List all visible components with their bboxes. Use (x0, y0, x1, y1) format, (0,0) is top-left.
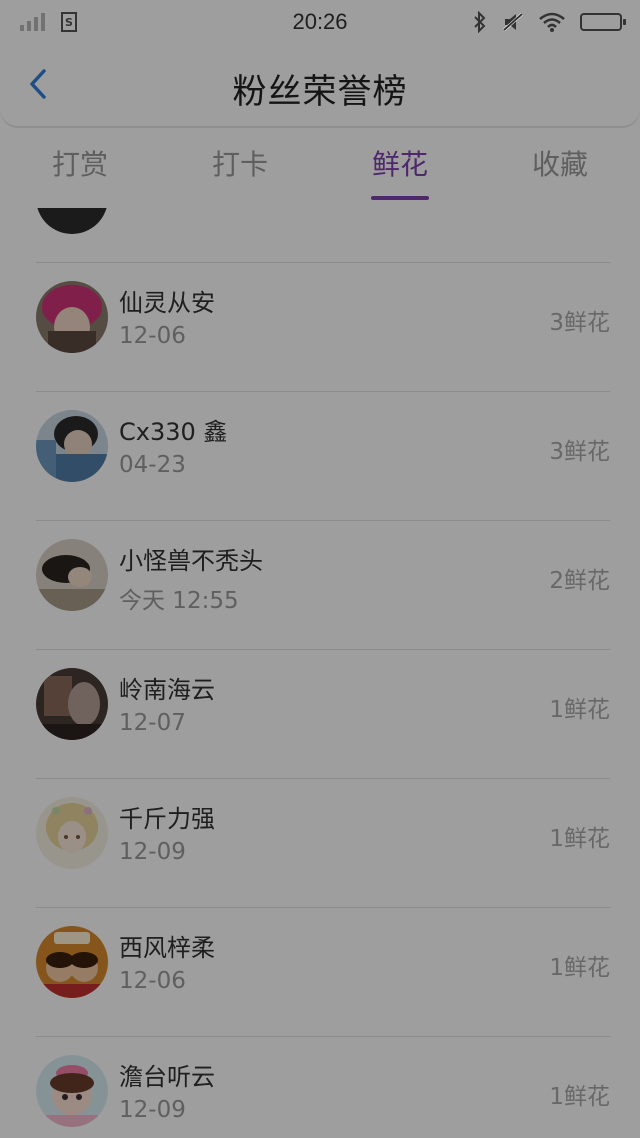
app-screen: S 20:26 粉丝荣誉榜 打赏 打卡 鲜花 收藏 仙灵从安 12-06 3鲜花… (0, 0, 640, 1138)
tab-bar: 打赏 打卡 鲜花 收藏 (0, 128, 640, 208)
avatar-cartoon-couple-icon (36, 926, 108, 998)
avatar (36, 281, 108, 353)
bluetooth-icon (474, 11, 486, 33)
wifi-icon (539, 12, 565, 32)
avatar-pink-bow-icon (36, 1055, 108, 1127)
avatar (36, 1055, 108, 1127)
avatar (36, 539, 108, 611)
battery-icon (580, 13, 626, 31)
avatar (36, 926, 108, 998)
user-name: 岭南海云 (119, 676, 215, 704)
avatar-girl-desk-icon (36, 539, 108, 611)
avatar-denim-icon (36, 410, 108, 482)
avatar-pink-hat-icon (36, 281, 108, 353)
list-item[interactable]: 岭南海云 12-07 1鲜花 (36, 649, 610, 778)
user-name: 仙灵从安 (119, 289, 215, 317)
flower-count: 1鲜花 (549, 826, 610, 852)
user-name: 澹台听云 (119, 1063, 215, 1091)
mute-icon (503, 12, 523, 32)
tab-favorites[interactable]: 收藏 (480, 128, 640, 208)
user-date: 04-23 (119, 452, 186, 478)
user-date: 12-07 (119, 710, 186, 736)
list-item[interactable]: Cx330 鑫 04-23 3鲜花 (36, 391, 610, 520)
user-date: 12-09 (119, 1097, 186, 1123)
list-item[interactable]: 澹台听云 12-09 1鲜花 (36, 1036, 610, 1138)
fan-list[interactable]: 仙灵从安 12-06 3鲜花 Cx330 鑫 04-23 3鲜花 小怪兽不秃头 … (0, 208, 640, 1138)
user-name: 西风梓柔 (119, 934, 215, 962)
tab-label: 打赏 (51, 148, 108, 181)
avatar-dark-photo-icon (36, 668, 108, 740)
user-name: 小怪兽不秃头 (119, 547, 263, 575)
user-name: Cx330 鑫 (119, 418, 228, 446)
flower-count: 3鲜花 (549, 310, 610, 336)
list-item[interactable]: 西风梓柔 12-06 1鲜花 (36, 907, 610, 1036)
flower-count: 1鲜花 (549, 955, 610, 981)
status-right (472, 11, 626, 33)
list-item[interactable]: 仙灵从安 12-06 3鲜花 (36, 262, 610, 391)
user-name: 千斤力强 (119, 805, 215, 833)
avatar (36, 410, 108, 482)
tab-flowers[interactable]: 鲜花 (320, 128, 480, 208)
tab-label: 鲜花 (371, 148, 428, 181)
avatar-anime-girl-icon (36, 797, 108, 869)
flower-count: 2鲜花 (549, 568, 610, 594)
flower-count: 1鲜花 (549, 697, 610, 723)
avatar (36, 797, 108, 869)
flower-count: 1鲜花 (549, 1084, 610, 1110)
user-date: 今天 12:55 (119, 588, 239, 614)
flower-count: 3鲜花 (549, 439, 610, 465)
tab-active-indicator (371, 196, 429, 200)
user-date: 12-06 (119, 968, 186, 994)
tab-label: 打卡 (211, 148, 268, 181)
user-date: 12-09 (119, 839, 186, 865)
page-title: 粉丝荣誉榜 (232, 72, 408, 112)
user-date: 12-06 (119, 323, 186, 349)
list-item-partial[interactable] (0, 208, 640, 262)
avatar (36, 208, 108, 234)
status-bar: S 20:26 (0, 0, 640, 44)
tab-checkin[interactable]: 打卡 (160, 128, 320, 208)
list-item[interactable]: 千斤力强 12-09 1鲜花 (36, 778, 610, 907)
tab-label: 收藏 (531, 148, 588, 181)
list-item[interactable]: 小怪兽不秃头 今天 12:55 2鲜花 (36, 520, 610, 649)
avatar (36, 668, 108, 740)
tab-reward[interactable]: 打赏 (0, 128, 160, 208)
